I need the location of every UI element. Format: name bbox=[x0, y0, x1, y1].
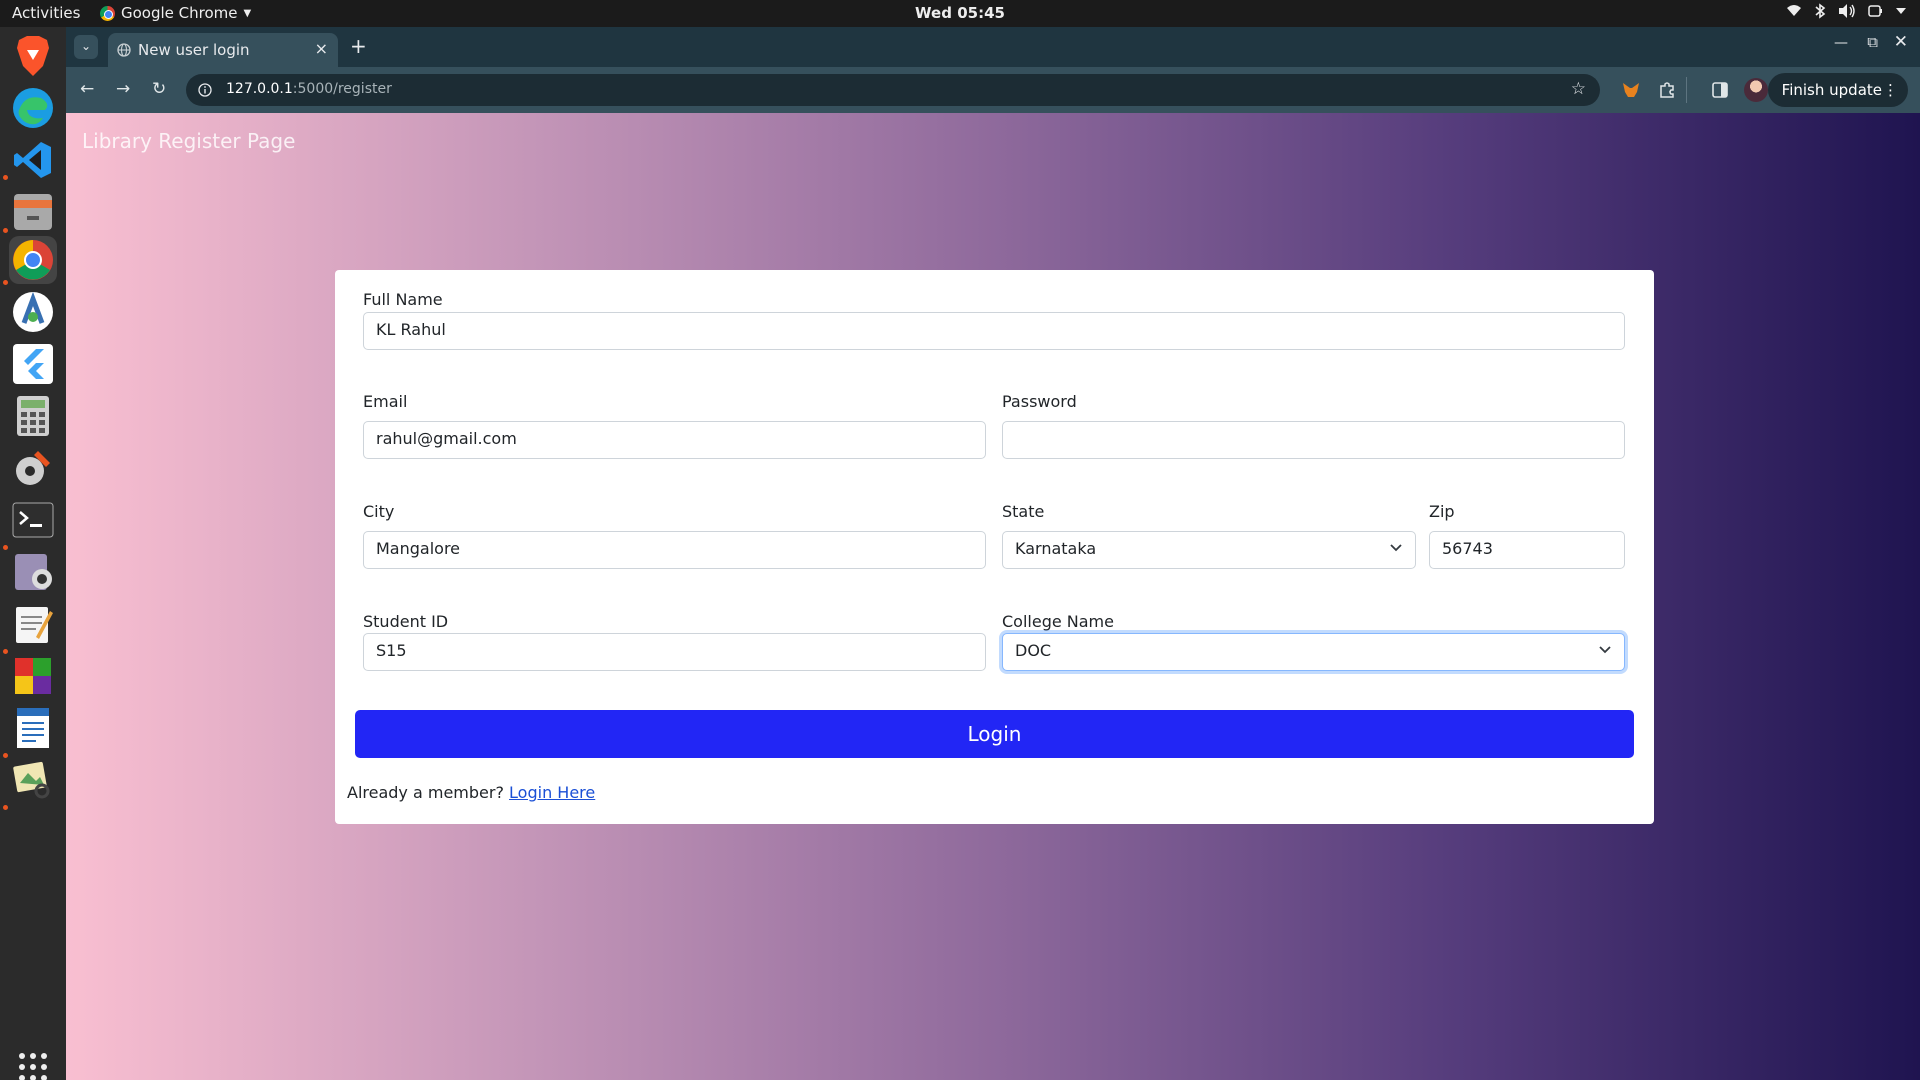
clock[interactable]: Wed 05:45 bbox=[915, 4, 1005, 22]
bookmark-star-icon[interactable]: ☆ bbox=[1571, 79, 1586, 99]
android-studio-icon[interactable] bbox=[9, 288, 57, 336]
running-indicator bbox=[3, 805, 8, 810]
extensions-puzzle-icon[interactable] bbox=[1658, 81, 1676, 99]
student-id-value: S15 bbox=[376, 641, 407, 660]
password-input[interactable] bbox=[1002, 421, 1625, 459]
app-menu-label: Google Chrome bbox=[121, 4, 238, 22]
activities-button[interactable]: Activities bbox=[12, 4, 80, 22]
google-chrome-icon[interactable] bbox=[9, 236, 57, 284]
terminal-icon[interactable] bbox=[9, 496, 57, 544]
system-tray[interactable] bbox=[1786, 3, 1906, 19]
wifi-icon bbox=[1787, 5, 1801, 16]
running-indicator bbox=[3, 280, 8, 285]
globe-icon bbox=[117, 43, 131, 57]
app-menu[interactable]: Google Chrome ▼ bbox=[100, 4, 251, 22]
bluetooth-icon bbox=[1815, 3, 1826, 19]
reload-icon[interactable]: ↻ bbox=[152, 79, 166, 99]
running-indicator bbox=[3, 228, 8, 233]
state-label: State bbox=[1002, 502, 1045, 521]
email-value: rahul@gmail.com bbox=[376, 429, 517, 448]
full-name-input[interactable]: KL Rahul bbox=[363, 312, 1625, 350]
finish-update-label: Finish update bbox=[1781, 81, 1882, 99]
settings-tools-icon[interactable] bbox=[9, 444, 57, 492]
already-member-text: Already a member? Login Here bbox=[347, 783, 595, 802]
running-indicator bbox=[3, 649, 8, 654]
calculator-icon[interactable] bbox=[9, 392, 57, 440]
forward-icon[interactable]: → bbox=[116, 79, 130, 99]
city-input[interactable]: Mangalore bbox=[363, 531, 986, 569]
volume-icon bbox=[1839, 4, 1855, 18]
chevron-down-icon: ⌄ bbox=[80, 39, 92, 53]
tab-title: New user login bbox=[138, 41, 250, 59]
chevron-down-icon bbox=[1390, 544, 1402, 552]
running-indicator bbox=[3, 545, 8, 550]
url-host: 127.0.0.1 bbox=[226, 81, 293, 97]
chrome-icon bbox=[100, 5, 115, 21]
college-name-label: College Name bbox=[1002, 612, 1114, 631]
text-editor-icon[interactable] bbox=[9, 600, 57, 648]
tab-close-icon[interactable]: × bbox=[315, 39, 328, 58]
color-app-icon[interactable] bbox=[9, 652, 57, 700]
college-name-value: DOC bbox=[1015, 641, 1052, 660]
page-viewport: Library Register Page Full Name KL Rahul… bbox=[66, 113, 1920, 1080]
running-indicator bbox=[3, 175, 8, 180]
email-input[interactable]: rahul@gmail.com bbox=[363, 421, 986, 459]
restore-icon[interactable]: ⧉ bbox=[1867, 33, 1878, 51]
address-bar[interactable]: 127.0.0.1:5000/register ☆ bbox=[186, 74, 1600, 106]
full-name-label: Full Name bbox=[363, 290, 443, 309]
login-button[interactable]: Login bbox=[355, 710, 1634, 758]
finish-update-button[interactable]: Finish update ⋮ bbox=[1767, 73, 1908, 107]
already-member-label: Already a member? bbox=[347, 783, 504, 802]
tab-strip: ⌄ New user login × + — ⧉ ✕ bbox=[66, 27, 1920, 67]
city-label: City bbox=[363, 502, 395, 521]
zip-value: 56743 bbox=[1442, 539, 1493, 558]
system-top-bar: Activities Google Chrome ▼ Wed 05:45 bbox=[0, 0, 1920, 27]
chevron-down-icon bbox=[1599, 646, 1611, 654]
full-name-value: KL Rahul bbox=[376, 320, 446, 339]
state-select[interactable]: Karnataka bbox=[1002, 531, 1416, 569]
browser-toolbar: ← → ↻ 127.0.0.1:5000/register ☆ Finish u… bbox=[66, 67, 1920, 113]
more-menu-icon: ⋮ bbox=[1883, 81, 1898, 99]
brave-browser-icon[interactable] bbox=[9, 32, 57, 80]
minimize-icon[interactable]: — bbox=[1834, 35, 1848, 51]
back-icon[interactable]: ← bbox=[80, 79, 94, 99]
tab-active[interactable]: New user login × bbox=[108, 33, 338, 67]
login-here-link[interactable]: Login Here bbox=[509, 783, 595, 802]
password-label: Password bbox=[1002, 392, 1077, 411]
flutter-icon[interactable] bbox=[9, 340, 57, 388]
window-close-icon[interactable]: ✕ bbox=[1894, 32, 1908, 52]
vscode-icon[interactable] bbox=[9, 136, 57, 184]
city-value: Mangalore bbox=[376, 539, 461, 558]
libreoffice-writer-icon[interactable] bbox=[9, 704, 57, 752]
running-indicator bbox=[3, 753, 8, 758]
state-value: Karnataka bbox=[1015, 539, 1097, 558]
register-form-card: Full Name KL Rahul Email rahul@gmail.com… bbox=[335, 270, 1654, 824]
email-label: Email bbox=[363, 392, 408, 411]
dock bbox=[0, 27, 66, 1080]
microsoft-edge-icon[interactable] bbox=[9, 84, 57, 132]
college-name-select[interactable]: DOC bbox=[1002, 633, 1625, 671]
side-panel-icon[interactable] bbox=[1711, 81, 1729, 99]
site-info-icon[interactable] bbox=[198, 83, 212, 97]
student-id-label: Student ID bbox=[363, 612, 449, 631]
metamask-extension-icon[interactable] bbox=[1622, 81, 1640, 99]
url-path: :5000/register bbox=[292, 81, 392, 97]
battery-icon bbox=[1868, 5, 1882, 17]
student-id-input[interactable]: S15 bbox=[363, 633, 986, 671]
profile-avatar[interactable] bbox=[1744, 78, 1768, 102]
new-tab-icon[interactable]: + bbox=[350, 34, 367, 58]
toolbar-divider bbox=[1686, 77, 1687, 103]
screenshot-tool-icon[interactable] bbox=[9, 548, 57, 596]
file-manager-icon[interactable] bbox=[9, 188, 57, 236]
show-apps-icon[interactable] bbox=[9, 1043, 57, 1080]
url-text: 127.0.0.1:5000/register bbox=[226, 81, 392, 97]
zip-input[interactable]: 56743 bbox=[1429, 531, 1625, 569]
zip-label: Zip bbox=[1429, 502, 1455, 521]
system-menu-caret-icon bbox=[1896, 8, 1906, 14]
tab-search-button[interactable]: ⌄ bbox=[74, 35, 98, 59]
image-viewer-icon[interactable] bbox=[9, 756, 57, 804]
page-brand[interactable]: Library Register Page bbox=[82, 129, 295, 153]
caret-down-icon: ▼ bbox=[243, 7, 252, 19]
